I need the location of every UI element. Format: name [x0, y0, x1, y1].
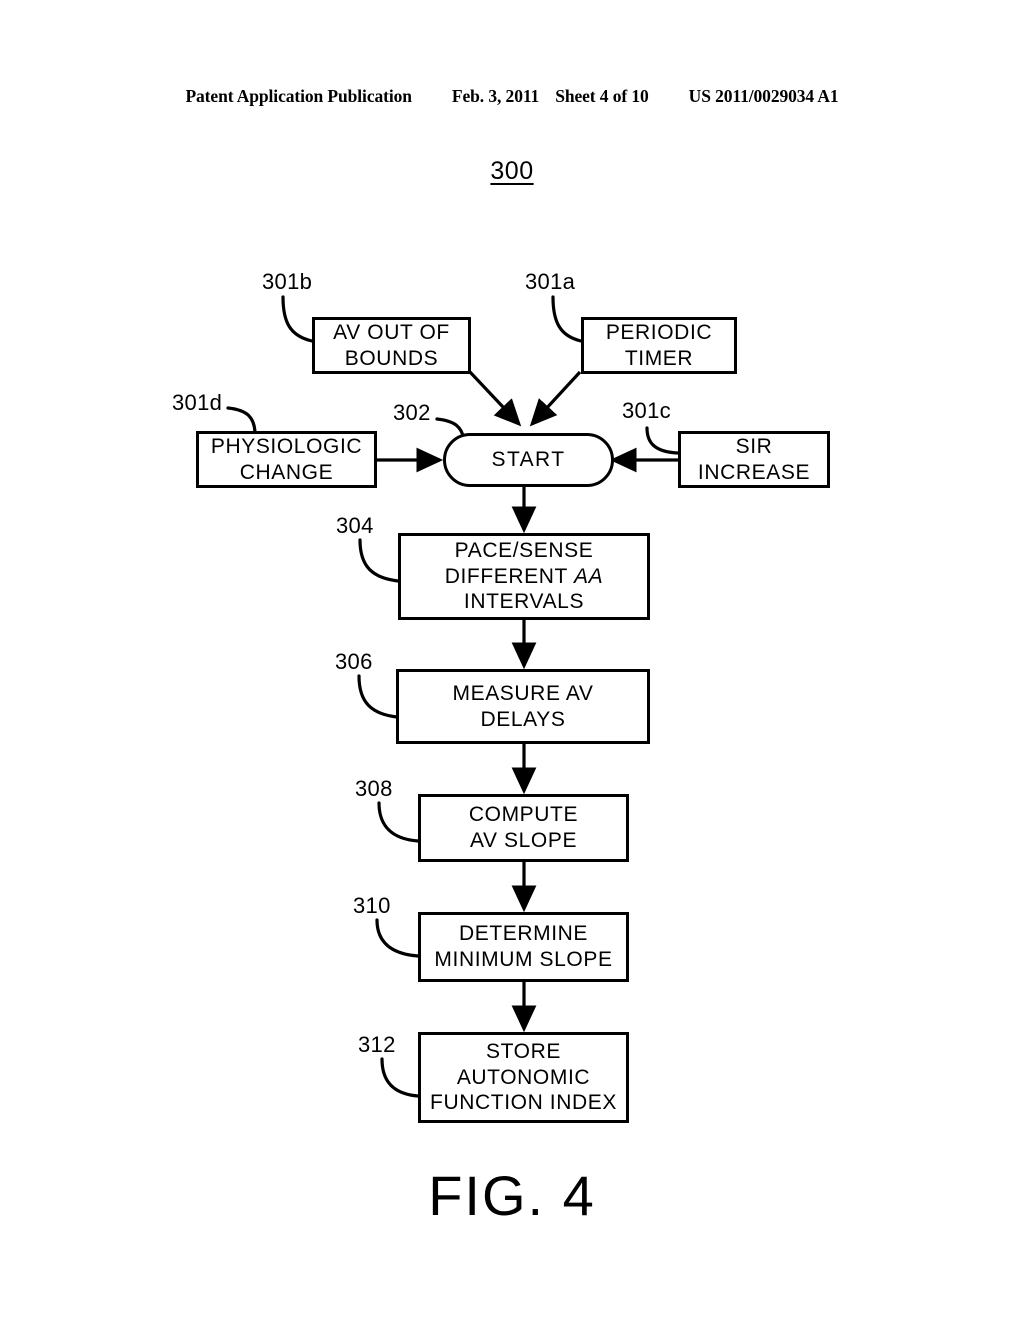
node-start-label: START: [491, 448, 566, 472]
node-physiologic-change-line2: CHANGE: [239, 460, 334, 484]
node-store-autonomic-line1: STORE: [486, 1040, 561, 1064]
ref-number-301c: 301c: [622, 398, 671, 423]
node-av-out-of-bounds-line2: BOUNDS: [344, 346, 439, 370]
node-measure-av-delays[interactable]: MEASURE AV DELAYS: [396, 669, 650, 744]
node-sir-increase[interactable]: SIR INCREASE: [678, 431, 830, 488]
leader-line-308: [377, 801, 420, 843]
node-determine-minimum-slope-line2: MINIMUM SLOPE: [434, 948, 613, 971]
leader-line-304: [358, 538, 400, 583]
ref-number-306: 306: [335, 649, 373, 674]
node-determine-minimum-slope-line1: DETERMINE: [458, 922, 589, 946]
node-store-autonomic-line3: FUNCTION INDEX: [430, 1091, 617, 1115]
ref-number-312: 312: [358, 1032, 396, 1057]
leader-line-301d: [226, 406, 257, 434]
leader-line-301a: [551, 295, 583, 343]
node-av-out-of-bounds-line1: AV OUT OF: [333, 320, 450, 344]
node-pace-sense-line2: DIFFERENT AA: [445, 564, 604, 590]
node-determine-minimum-slope[interactable]: DETERMINE MINIMUM SLOPE: [418, 912, 629, 982]
ref-number-301a: 301a: [525, 269, 576, 294]
leader-line-310: [375, 918, 420, 958]
node-periodic-timer-line2: TIMER: [624, 346, 694, 370]
ref-number-302: 302: [393, 400, 431, 425]
ref-number-310: 310: [353, 893, 391, 918]
node-av-out-of-bounds[interactable]: AV OUT OF BOUNDS: [312, 317, 471, 374]
node-store-autonomic-line2: AUTONOMIC: [456, 1065, 591, 1089]
node-store-autonomic-function-index[interactable]: STORE AUTONOMIC FUNCTION INDEX: [418, 1032, 629, 1123]
leader-line-306: [357, 674, 399, 719]
node-compute-av-slope[interactable]: COMPUTE AV SLOPE: [418, 794, 629, 862]
node-measure-av-delays-line2: DELAYS: [480, 707, 566, 731]
node-measure-av-delays-line1: MEASURE AV: [452, 681, 594, 705]
figure-caption: FIG. 4: [428, 1164, 596, 1227]
node-periodic-timer-line1: PERIODIC: [605, 320, 713, 344]
connector-av-out-of-bounds-to-start: [468, 370, 522, 427]
node-physiologic-change-line1: PHYSIOLOGIC: [210, 434, 363, 458]
node-start[interactable]: START: [443, 433, 614, 487]
connector-periodic-timer-to-start: [529, 370, 582, 427]
node-pace-sense-line2-italic: AA: [574, 564, 604, 588]
node-sir-increase-line2: INCREASE: [697, 460, 811, 484]
node-pace-sense-intervals[interactable]: PACE/SENSE DIFFERENT AA INTERVALS: [398, 533, 650, 620]
node-compute-av-slope-line1: COMPUTE: [468, 803, 579, 827]
leader-line-312: [380, 1057, 420, 1098]
flowchart-diagram: AV OUT OF BOUNDS PERIODIC TIMER PHYSIOLO…: [0, 0, 1024, 1320]
ref-number-308: 308: [355, 776, 393, 801]
node-sir-increase-line1: SIR: [735, 434, 773, 458]
ref-number-301b: 301b: [262, 269, 313, 294]
node-pace-sense-line1: PACE/SENSE: [454, 539, 594, 563]
node-compute-av-slope-line2: AV SLOPE: [469, 829, 578, 852]
node-periodic-timer[interactable]: PERIODIC TIMER: [581, 317, 737, 374]
ref-number-301d: 301d: [172, 390, 223, 415]
node-pace-sense-line2-text: DIFFERENT: [444, 564, 575, 588]
leader-line-301b: [281, 295, 314, 343]
ref-number-304: 304: [336, 513, 374, 538]
leader-line-301c: [645, 426, 680, 455]
node-pace-sense-line3: INTERVALS: [463, 590, 585, 614]
node-physiologic-change[interactable]: PHYSIOLOGIC CHANGE: [196, 431, 377, 488]
